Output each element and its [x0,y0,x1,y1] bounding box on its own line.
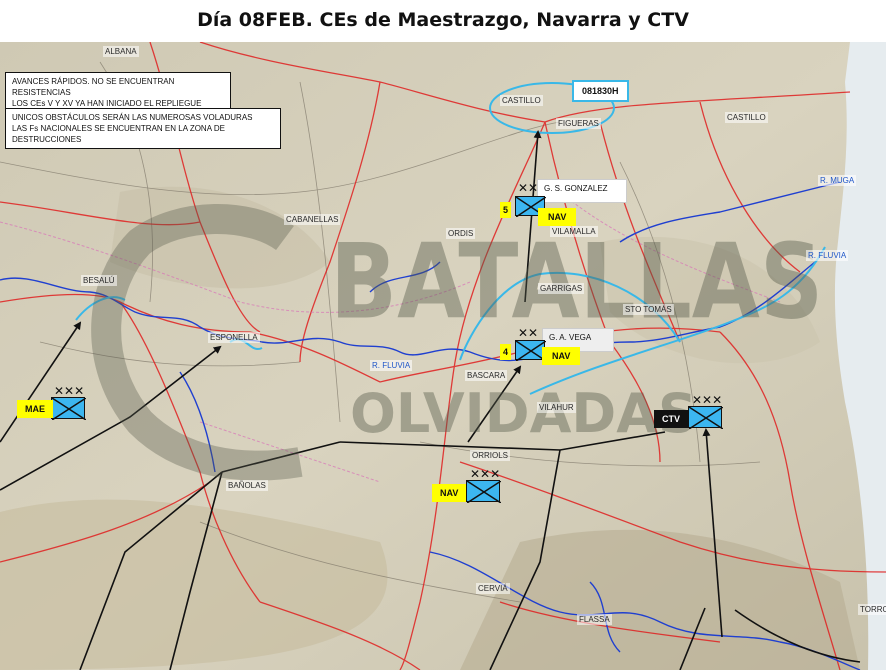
note-obstacles-line2: LAS Fs NACIONALES SE ENCUENTRAN EN LA ZO… [12,124,225,144]
place-albana: ALBANA [103,46,139,57]
river-fluvia-east-label: R. FLUVIA [806,250,849,261]
place-orriols: ORRIOLS [470,450,511,461]
unit-vega-tag: NAV [542,347,581,365]
unit-gonzalez-commander: G. S. GONZALEZ [537,179,627,203]
infantry-cross-icon [467,481,501,503]
unit-ctv-tag: CTV [654,410,688,428]
place-sto-tomas: STO TOMÁS [623,304,674,315]
river-fluvia-west-label: R. FLUVIA [370,360,413,371]
unit-vega-symbol[interactable] [515,340,546,361]
place-besalu: BESALÚ [81,275,117,286]
place-ordis: ORDIS [446,228,476,239]
unit-nav-tag: NAV [432,484,467,502]
unit-mae-echelon: ✕✕✕ [54,384,85,398]
note-advances-line1: AVANCES RÁPIDOS. NO SE ENCUENTRAN RESIST… [12,77,175,97]
river-muga-label: R. MUGA [818,175,857,186]
note-obstacles-line1: UNICOS OBSTÁCULOS SERÁN LAS NUMEROSAS VO… [12,113,253,122]
place-cabanellas: CABANELLAS [284,214,341,225]
place-esponella: ESPONELLA [208,332,260,343]
note-advances: AVANCES RÁPIDOS. NO SE ENCUENTRAN RESIST… [5,72,231,113]
place-castillo-east: CASTILLO [725,112,768,123]
place-cervia: CERVIÁ [476,583,510,594]
infantry-cross-icon [52,398,86,420]
place-castillo-west: CASTILLO [500,95,543,106]
unit-ctv-echelon: ✕✕✕ [692,393,723,407]
place-torroella: TORRO [858,604,886,615]
unit-nav-echelon: ✕✕✕ [470,467,501,481]
unit-vega-echelon: ✕✕ [518,326,539,340]
place-flassa: FLASSA [577,614,612,625]
map-title: Día 08FEB. CEs de Maestrazgo, Navarra y … [197,9,689,31]
infantry-cross-icon [689,407,723,429]
place-garrigas: GARRIGAS [538,283,585,294]
place-banolas: BAÑOLAS [226,480,268,491]
unit-gonzalez-echelon: ✕✕ [518,181,539,195]
unit-vega-number: 4 [500,344,512,360]
unit-nav-symbol[interactable] [466,480,501,503]
place-vilahur: VILAHUR [537,402,576,413]
map-area[interactable]: BATALLAS OLVIDADAS ALBANA CASTILLO FIGUE… [0,42,886,670]
unit-mae-symbol[interactable] [51,397,86,420]
unit-gonzalez-number: 5 [500,202,512,218]
date-time-group: 081830H [572,80,629,102]
place-figueras: FIGUERAS [556,118,601,129]
place-bascara: BASCARA [465,370,508,381]
note-obstacles: UNICOS OBSTÁCULOS SERÁN LAS NUMEROSAS VO… [5,108,281,149]
unit-gonzalez-tag: NAV [538,208,577,226]
unit-ctv-symbol[interactable] [688,406,723,429]
unit-mae-tag: MAE [17,400,53,418]
place-vilamalla: VILAMALLA [550,226,598,237]
